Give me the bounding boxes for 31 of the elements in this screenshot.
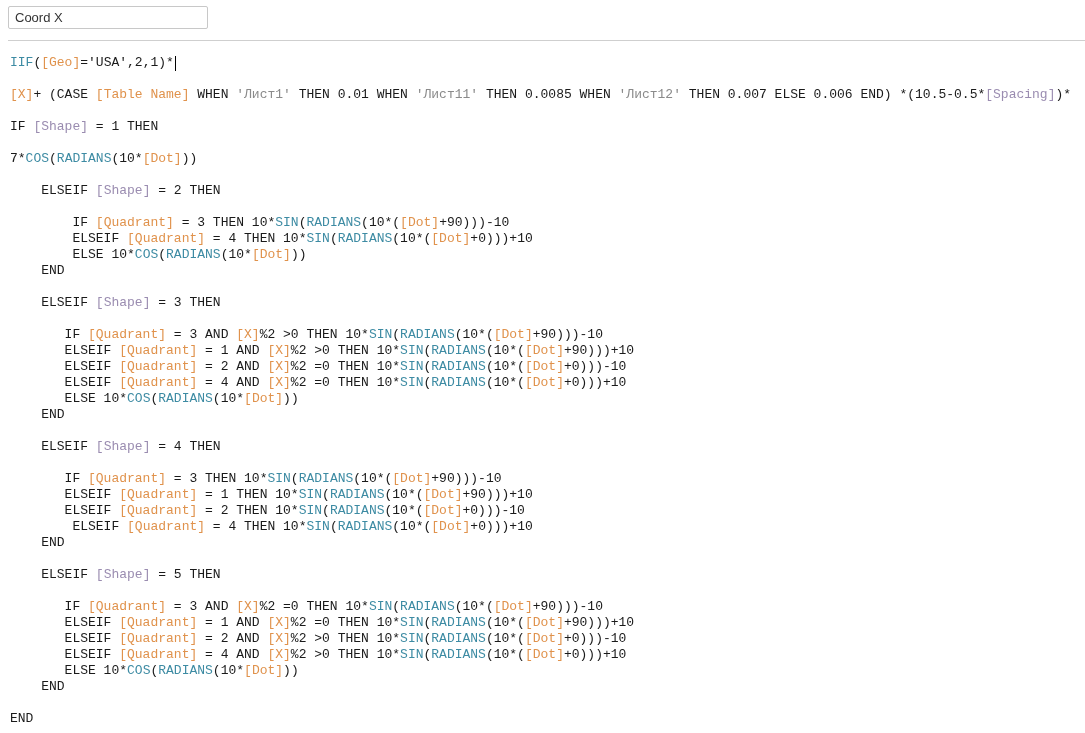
code-line: ELSEIF [Quadrant] = 2 AND [X]%2 =0 THEN 10*SIN(RADIANS(10*([Dot]+0)))-10: [63, 359, 627, 375]
code-line: END: [40, 407, 65, 423]
code-line: [X]+ (CASE [Table Name] WHEN 'Лист1' THEN 0.01 WHEN 'Лист11' THEN 0.0085 WHEN 'Лист12' THEN 0.007 ELSE 0.006 END) *(10.5-0.5*[Spacing])*: [10, 87, 1072, 103]
code-line: ELSEIF [Quadrant] = 1 THEN 10*SIN(RADIANS(10*([Dot]+90)))+10: [63, 487, 533, 503]
code-line: IF [Quadrant] = 3 THEN 10*SIN(RADIANS(10*([Dot]+90)))-10: [71, 215, 510, 231]
code-line: ELSEIF [Quadrant] = 1 AND [X]%2 >0 THEN 10*SIN(RADIANS(10*([Dot]+90)))+10: [63, 343, 635, 359]
calculation-name-field[interactable]: Coord X: [8, 6, 208, 29]
code-line: END: [40, 535, 65, 551]
code-line: ELSE 10*COS(RADIANS(10*[Dot])): [71, 247, 307, 263]
code-line: ELSEIF [Quadrant] = 2 AND [X]%2 >0 THEN 10*SIN(RADIANS(10*([Dot]+0)))-10: [63, 631, 627, 647]
code-line: END: [40, 263, 65, 279]
code-line: END: [10, 711, 34, 727]
code-line: ELSEIF [Quadrant] = 1 AND [X]%2 =0 THEN 10*SIN(RADIANS(10*([Dot]+90)))+10: [63, 615, 635, 631]
code-line: ELSEIF [Shape] = 2 THEN: [40, 183, 221, 199]
code-line: IIF([Geo]='USA',2,1)*: [10, 55, 174, 71]
code-line: ELSEIF [Shape] = 4 THEN: [40, 439, 221, 455]
code-line: 7*COS(RADIANS(10*[Dot])): [10, 151, 198, 167]
code-line: IF [Shape] = 1 THEN: [10, 119, 159, 135]
code-line: ELSE 10*COS(RADIANS(10*[Dot])): [63, 663, 299, 679]
code-line: ELSEIF [Quadrant] = 4 AND [X]%2 =0 THEN 10*SIN(RADIANS(10*([Dot]+0)))+10: [63, 375, 627, 391]
code-line: ELSEIF [Quadrant] = 2 THEN 10*SIN(RADIANS(10*([Dot]+0)))-10: [63, 503, 525, 519]
code-line: IF [Quadrant] = 3 AND [X]%2 =0 THEN 10*SIN(RADIANS(10*([Dot]+90)))-10: [63, 599, 603, 615]
code-line: ELSEIF [Shape] = 3 THEN: [40, 295, 221, 311]
code-line: IF [Quadrant] = 3 AND [X]%2 >0 THEN 10*SIN(RADIANS(10*([Dot]+90)))-10: [63, 327, 603, 343]
code-line: END: [40, 679, 65, 695]
code-line: ELSE 10*COS(RADIANS(10*[Dot])): [63, 391, 299, 407]
code-line: ELSEIF [Quadrant] = 4 AND [X]%2 >0 THEN 10*SIN(RADIANS(10*([Dot]+0)))+10: [63, 647, 627, 663]
code-line: IF [Quadrant] = 3 THEN 10*SIN(RADIANS(10*([Dot]+90)))-10: [63, 471, 502, 487]
code-line: ELSEIF [Quadrant] = 4 THEN 10*SIN(RADIANS(10*([Dot]+0)))+10: [71, 231, 533, 247]
code-line: ELSEIF [Quadrant] = 4 THEN 10*SIN(RADIANS(10*([Dot]+0)))+10: [71, 519, 533, 535]
code-line: ELSEIF [Shape] = 5 THEN: [40, 567, 221, 583]
